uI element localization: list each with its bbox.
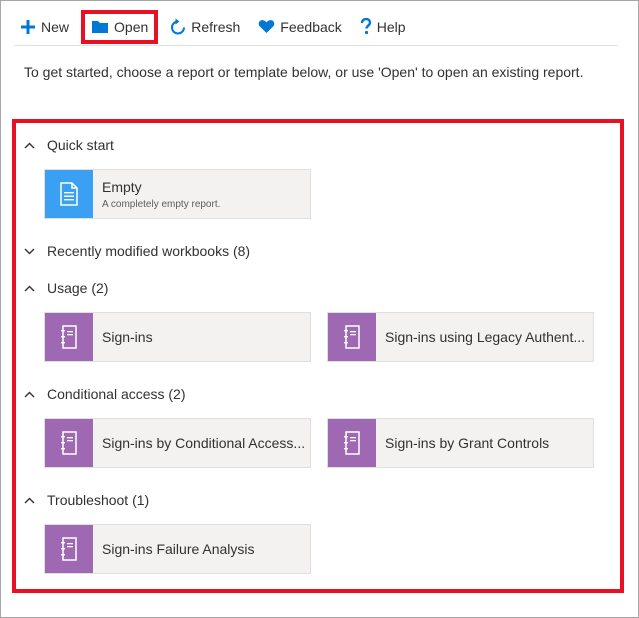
section-title: Recently modified workbooks (8) [47, 243, 251, 259]
section-title: Conditional access (2) [47, 386, 186, 402]
tile-icon [45, 419, 93, 467]
notebook-icon [61, 431, 77, 455]
new-label: New [41, 18, 70, 35]
tile-subtitle: A completely empty report. [102, 198, 221, 210]
tile-grant-controls[interactable]: Sign-ins by Grant Controls [327, 418, 594, 468]
new-button[interactable]: New [14, 12, 75, 42]
tile-icon [45, 525, 93, 573]
tile-failure-analysis[interactable]: Sign-ins Failure Analysis [44, 524, 311, 574]
refresh-icon [171, 18, 186, 35]
tile-icon [45, 313, 93, 361]
chevron-up-icon [24, 497, 35, 503]
folder-icon [92, 21, 109, 33]
tile-title: Sign-ins by Conditional Access... [102, 435, 306, 451]
section-troubleshoot[interactable]: Troubleshoot (1) [24, 492, 149, 508]
notebook-icon [61, 325, 77, 349]
open-label: Open [114, 18, 149, 35]
section-conditional-access[interactable]: Conditional access (2) [24, 386, 186, 402]
tile-title: Sign-ins [102, 329, 153, 345]
chevron-down-icon [24, 248, 35, 254]
open-button[interactable]: Open [81, 9, 159, 44]
tile-sign-ins[interactable]: Sign-ins [44, 312, 311, 362]
section-usage[interactable]: Usage (2) [24, 280, 108, 296]
notebook-icon [344, 325, 360, 349]
tile-conditional-access[interactable]: Sign-ins by Conditional Access... [44, 418, 311, 468]
help-button[interactable]: Help [354, 12, 412, 42]
tile-title: Sign-ins using Legacy Authent... [385, 329, 586, 345]
tile-empty[interactable]: Empty A completely empty report. [44, 169, 311, 219]
notebook-icon [344, 431, 360, 455]
refresh-label: Refresh [191, 18, 241, 35]
tile-title: Sign-ins by Grant Controls [385, 435, 550, 451]
tile-icon [45, 170, 93, 218]
section-title: Quick start [47, 137, 114, 153]
tile-icon [328, 313, 376, 361]
question-icon [360, 18, 371, 35]
plus-icon [21, 19, 35, 34]
section-title: Usage (2) [47, 280, 109, 296]
section-recently-modified[interactable]: Recently modified workbooks (8) [24, 243, 250, 259]
section-quick-start[interactable]: Quick start [24, 137, 114, 153]
chevron-up-icon [24, 391, 35, 397]
feedback-button[interactable]: Feedback [252, 12, 347, 42]
section-title: Troubleshoot (1) [47, 492, 150, 508]
tile-icon [328, 419, 376, 467]
intro-text: To get started, choose a report or templ… [24, 64, 584, 80]
tile-title: Empty [102, 178, 142, 195]
chevron-up-icon [24, 142, 35, 148]
feedback-label: Feedback [280, 18, 342, 35]
tile-title: Sign-ins Failure Analysis [102, 541, 255, 557]
chevron-up-icon [24, 285, 35, 291]
heart-icon [259, 20, 275, 33]
refresh-button[interactable]: Refresh [164, 12, 246, 42]
help-label: Help [376, 18, 406, 35]
tile-legacy-auth[interactable]: Sign-ins using Legacy Authent... [327, 312, 594, 362]
document-icon [60, 182, 78, 206]
toolbar: New Open Refresh Feedback Help [14, 8, 618, 46]
notebook-icon [61, 537, 77, 561]
